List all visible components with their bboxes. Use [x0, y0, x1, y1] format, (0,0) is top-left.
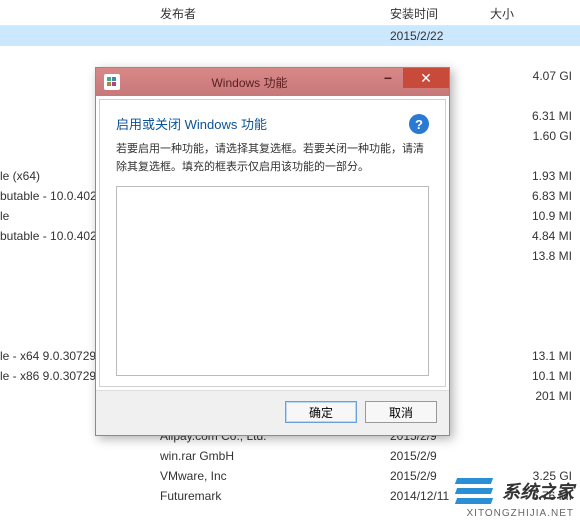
cell-size: 4.84 MI	[490, 226, 580, 246]
watermark-url: XITONGZHIJIA.NET	[456, 508, 574, 519]
cell-publisher: win.rar GmbH	[160, 446, 390, 466]
watermark-name: 系统之家	[502, 478, 574, 504]
help-icon[interactable]: ?	[409, 114, 429, 134]
cell-size	[490, 146, 580, 166]
cell-publisher: VMware, Inc	[160, 466, 390, 486]
cell-size: 1.60 GI	[490, 126, 580, 146]
cell-date	[390, 46, 490, 66]
features-listbox[interactable]	[116, 186, 429, 376]
cell-name	[0, 46, 160, 66]
cell-size: 10.1 MI	[490, 366, 580, 386]
cell-size: 1.93 MI	[490, 166, 580, 186]
cell-name	[0, 26, 160, 46]
cell-size	[490, 86, 580, 106]
cell-publisher	[160, 46, 390, 66]
cell-publisher: Futuremark	[160, 486, 390, 506]
table-row[interactable]: 2015/2/22	[0, 26, 580, 46]
cell-size: 6.31 MI	[490, 106, 580, 126]
cell-size: 201 MI	[490, 386, 580, 406]
col-publisher[interactable]: 发布者	[160, 5, 390, 22]
cell-publisher	[160, 26, 390, 46]
col-install-date[interactable]: 安装时间	[390, 5, 490, 22]
table-row[interactable]: win.rar GmbH2015/2/9	[0, 446, 580, 466]
dialog-title: Windows 功能	[126, 74, 373, 91]
cell-name	[0, 486, 160, 506]
dialog-titlebar[interactable]: Windows 功能 − ✕	[96, 68, 449, 96]
watermark: 系统之家 XITONGZHIJIA.NET	[456, 476, 574, 519]
cell-size	[490, 406, 580, 426]
cell-size	[490, 426, 580, 446]
table-header: 发布者 安装时间 大小	[0, 0, 580, 26]
cell-size: 6.83 MI	[490, 186, 580, 206]
watermark-logo-icon	[456, 476, 496, 506]
cell-name	[0, 466, 160, 486]
cell-date: 2015/2/22	[390, 26, 490, 46]
cell-size: 13.8 MI	[490, 246, 580, 266]
minimize-button[interactable]: −	[373, 68, 403, 88]
cell-size: 4.07 GI	[490, 66, 580, 86]
cell-size	[490, 286, 580, 306]
dialog-heading: 启用或关闭 Windows 功能	[116, 114, 267, 133]
cell-size: 13.1 MI	[490, 346, 580, 366]
cell-date: 2015/2/9	[390, 446, 490, 466]
cell-size	[490, 46, 580, 66]
close-button[interactable]: ✕	[403, 68, 449, 88]
col-size[interactable]: 大小	[490, 5, 580, 22]
cell-size	[490, 326, 580, 346]
cell-size	[490, 306, 580, 326]
cell-size	[490, 446, 580, 466]
cell-size: 10.9 MI	[490, 206, 580, 226]
cell-size	[490, 26, 580, 46]
cell-size	[490, 266, 580, 286]
cancel-button[interactable]: 取消	[365, 401, 437, 423]
table-row[interactable]	[0, 46, 580, 66]
ok-button[interactable]: 确定	[285, 401, 357, 423]
dialog-description: 若要启用一种功能，请选择其复选框。若要关闭一种功能，请清除其复选框。填充的框表示…	[116, 141, 429, 176]
cell-name	[0, 446, 160, 466]
windows-features-dialog: Windows 功能 − ✕ 启用或关闭 Windows 功能 ? 若要启用一种…	[95, 67, 450, 436]
control-panel-icon	[104, 74, 120, 90]
